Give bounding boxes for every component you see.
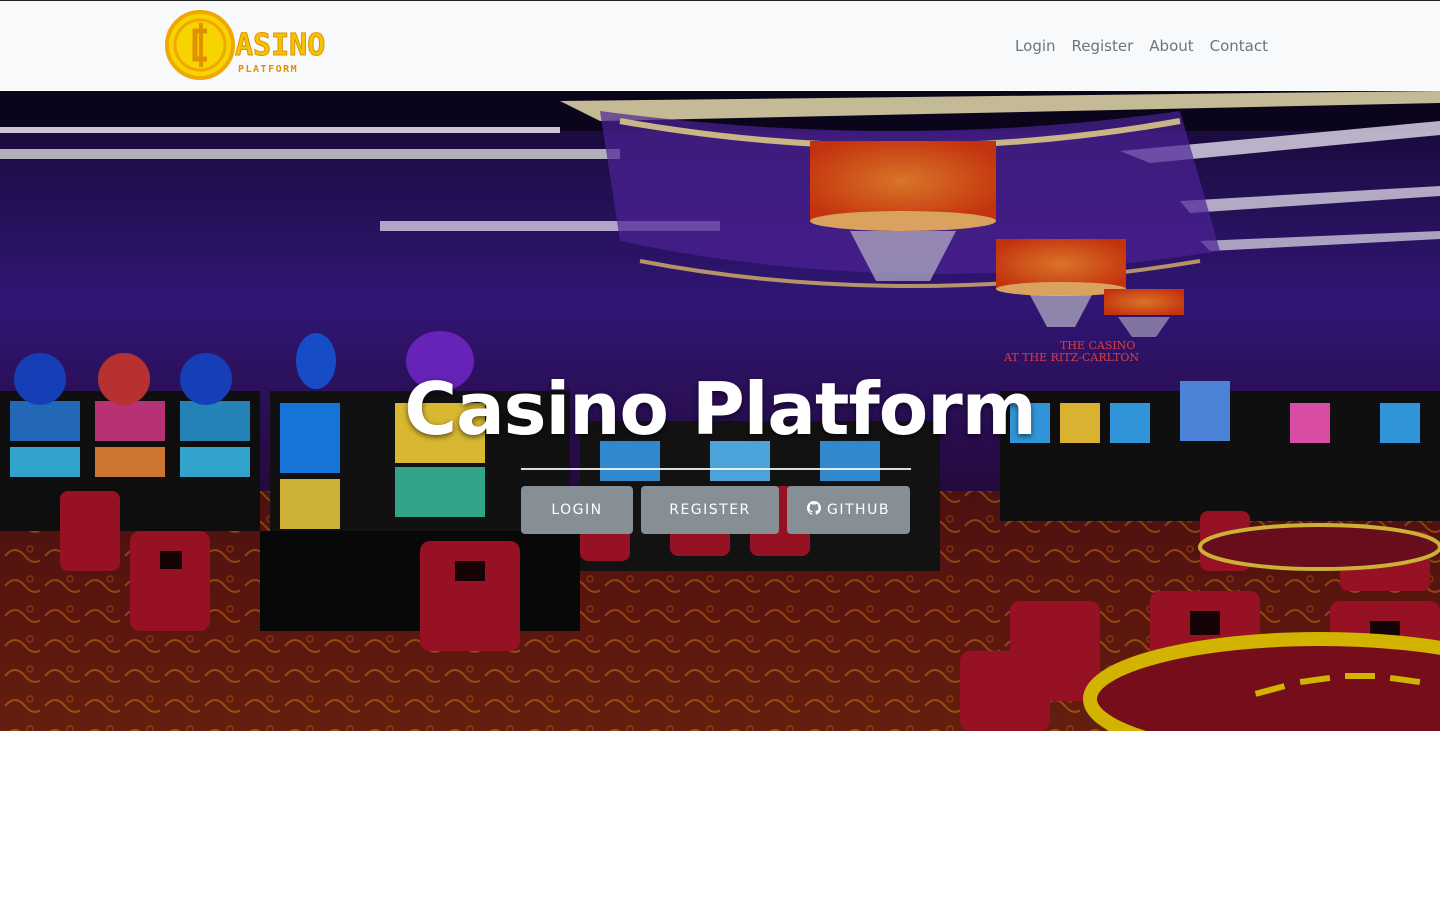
nav-login-link[interactable]: Login — [1015, 37, 1055, 55]
nav-about-link[interactable]: About — [1149, 37, 1193, 55]
navbar: ASINO PLATFORM Login Register About Cont… — [0, 0, 1440, 90]
github-button-label: GITHUB — [827, 502, 890, 518]
github-icon — [807, 501, 822, 519]
hero-title: Casino Platform — [404, 367, 1037, 451]
login-button-label: LOGIN — [551, 502, 603, 518]
logo-main-text: ASINO — [235, 28, 325, 63]
nav-register-link[interactable]: Register — [1072, 37, 1134, 55]
github-button[interactable]: GITHUB — [787, 486, 910, 534]
register-button-label: REGISTER — [669, 502, 751, 518]
hero-divider — [521, 468, 911, 470]
nav-contact-link[interactable]: Contact — [1210, 37, 1268, 55]
login-button[interactable]: LOGIN — [521, 486, 633, 534]
casino-coin-icon: ASINO PLATFORM — [165, 10, 326, 80]
register-button[interactable]: REGISTER — [641, 486, 779, 534]
brand-logo[interactable]: ASINO PLATFORM — [165, 9, 357, 81]
nav-links: Login Register About Contact — [1015, 37, 1268, 55]
logo-sub-text: PLATFORM — [238, 64, 298, 75]
hero-buttons: LOGIN REGISTER GITHUB — [521, 486, 910, 534]
hero-section: THE CASINO AT THE RITZ-CARLTON Casino Pl… — [0, 91, 1440, 731]
